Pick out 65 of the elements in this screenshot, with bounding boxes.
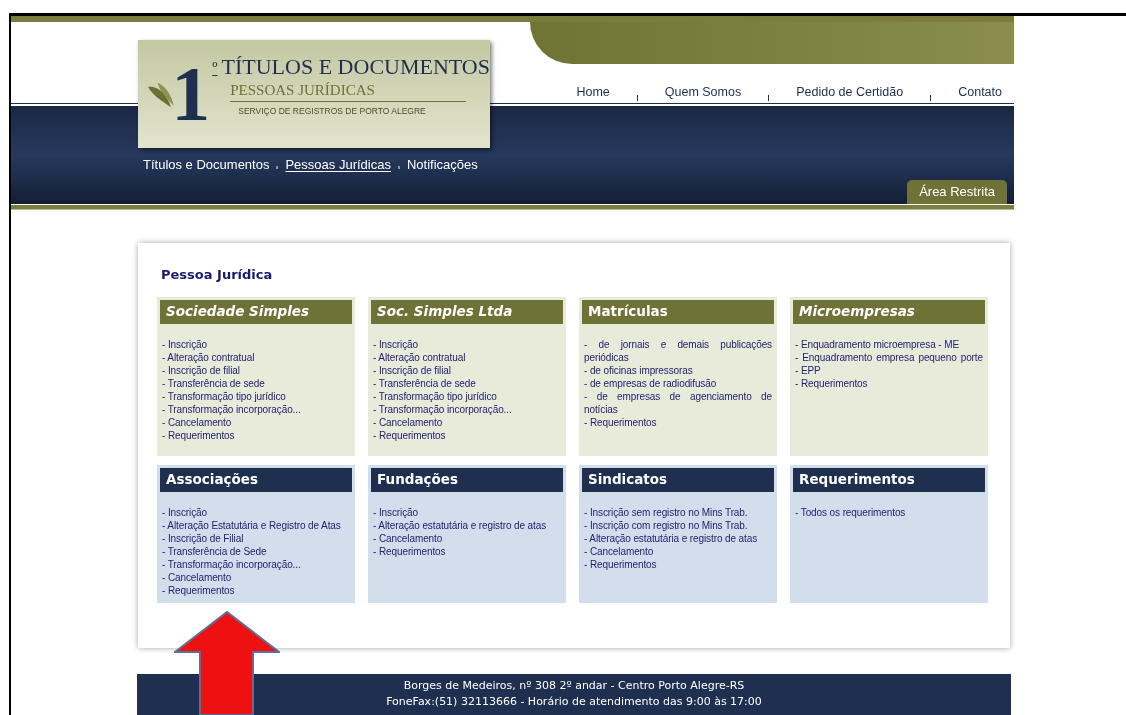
- category-link[interactable]: - de oficinas impressoras: [584, 363, 772, 377]
- restricted-area-tab[interactable]: Área Restrita: [907, 180, 1007, 204]
- category-link[interactable]: - Enquadramento microempresa - ME: [795, 337, 983, 351]
- category-link[interactable]: - Inscrição: [162, 337, 350, 351]
- category-heading: Sociedade Simples: [160, 299, 352, 324]
- section-tab[interactable]: Títulos e Documentos: [143, 155, 270, 175]
- category-link[interactable]: - Transferência de sede: [162, 376, 350, 390]
- nav-link[interactable]: Contato: [958, 83, 1002, 102]
- category-heading: Sindicatos: [582, 467, 774, 492]
- category-link[interactable]: - Cancelamento: [162, 415, 350, 429]
- category-link[interactable]: - Requerimentos: [795, 376, 983, 390]
- category-link[interactable]: - Transformação incorporação...: [373, 402, 561, 416]
- category-link[interactable]: - Inscrição de Filial: [162, 531, 350, 545]
- footer-text: Borges de Medeiros, nº 308 2º andar - Centro Porto Alegre-RS: [403, 678, 745, 694]
- category-link[interactable]: - Inscrição: [373, 505, 561, 519]
- section-tab[interactable]: Pessoas Jurídicas: [285, 155, 391, 175]
- category-heading: Microempresas: [793, 299, 985, 324]
- logo-ordinal: º: [212, 58, 218, 81]
- logo-tagline: SERVIÇO DE REGISTROS DE PORTO ALEGRE: [238, 104, 427, 118]
- category-link[interactable]: - Alteração contratual: [373, 350, 561, 364]
- category-link[interactable]: - Inscrição sem registro no Mins Trab.: [584, 505, 772, 519]
- nav-link[interactable]: Home: [576, 83, 610, 102]
- category-heading: Associações: [160, 467, 352, 492]
- category-link[interactable]: - Requerimentos: [373, 544, 561, 558]
- category-link[interactable]: - Alteração estatutária e registro de atas: [373, 518, 561, 532]
- category-link[interactable]: - de empresas de agenciamento de notícias: [584, 389, 772, 416]
- category-link[interactable]: - Alteração Estatutária e Registro de Atas: [162, 518, 350, 532]
- category-link[interactable]: - Requerimentos: [584, 557, 772, 571]
- category-link[interactable]: - Transformação incorporação...: [162, 402, 350, 416]
- category-link[interactable]: - de jornais e demais publicações periódicas: [584, 337, 772, 364]
- category-heading: Fundações: [371, 467, 563, 492]
- category-link[interactable]: - Transferência de Sede: [162, 544, 350, 558]
- page-title: Pessoa Jurídica: [161, 266, 274, 284]
- category-link[interactable]: - Inscrição de filial: [162, 363, 350, 377]
- section-tab[interactable]: Notificações: [406, 155, 478, 175]
- category-link[interactable]: - Cancelamento: [373, 415, 561, 429]
- category-link[interactable]: - Inscrição: [373, 337, 561, 351]
- nav-link[interactable]: Pedido de Certidão: [796, 83, 904, 102]
- category-link[interactable]: - Cancelamento: [373, 531, 561, 545]
- category-link[interactable]: - Inscrição com registro no Mins Trab.: [584, 518, 772, 532]
- logo-title: TÍTULOS E DOCUMENTOS: [221, 56, 490, 79]
- category-link[interactable]: - Requerimentos: [373, 428, 561, 442]
- category-link[interactable]: - Enquadramento empresa pequeno porte - EPP: [795, 350, 983, 377]
- category-link[interactable]: - de empresas de radiodifusão: [584, 376, 772, 390]
- category-link[interactable]: - Transferência de sede: [373, 376, 561, 390]
- category-heading: Soc. Simples Ltda: [371, 299, 563, 324]
- category-link[interactable]: - Requerimentos: [584, 415, 772, 429]
- logo-subtitle: PESSOAS JURÍDICAS: [230, 82, 376, 98]
- category-link[interactable]: - Inscrição de filial: [373, 363, 561, 377]
- category-link[interactable]: - Transformação tipo jurídico: [162, 389, 350, 403]
- category-link[interactable]: - Alteração contratual: [162, 350, 350, 364]
- category-heading: Matrículas: [582, 299, 774, 324]
- category-link[interactable]: - Cancelamento: [584, 544, 772, 558]
- category-link[interactable]: - Requerimentos: [162, 428, 350, 442]
- category-link[interactable]: - Alteração estatutária e registro de atas: [584, 531, 772, 545]
- category-link[interactable]: - Inscrição: [162, 505, 350, 519]
- nav-link[interactable]: Quem Somos: [664, 83, 742, 102]
- category-heading: Requerimentos: [793, 467, 985, 492]
- category-link[interactable]: - Transformação tipo jurídico: [373, 389, 561, 403]
- category-link[interactable]: - Requerimentos: [162, 583, 350, 597]
- logo-numeral: 1: [171, 55, 211, 133]
- category-link[interactable]: - Todos os requerimentos: [795, 505, 983, 519]
- footer-text: FoneFax:(51) 32113666 - Horário de atendimento das 9:00 às 17:00: [386, 694, 762, 710]
- category-link[interactable]: - Cancelamento: [162, 570, 350, 584]
- category-link[interactable]: - Transformação incorporação...: [162, 557, 350, 571]
